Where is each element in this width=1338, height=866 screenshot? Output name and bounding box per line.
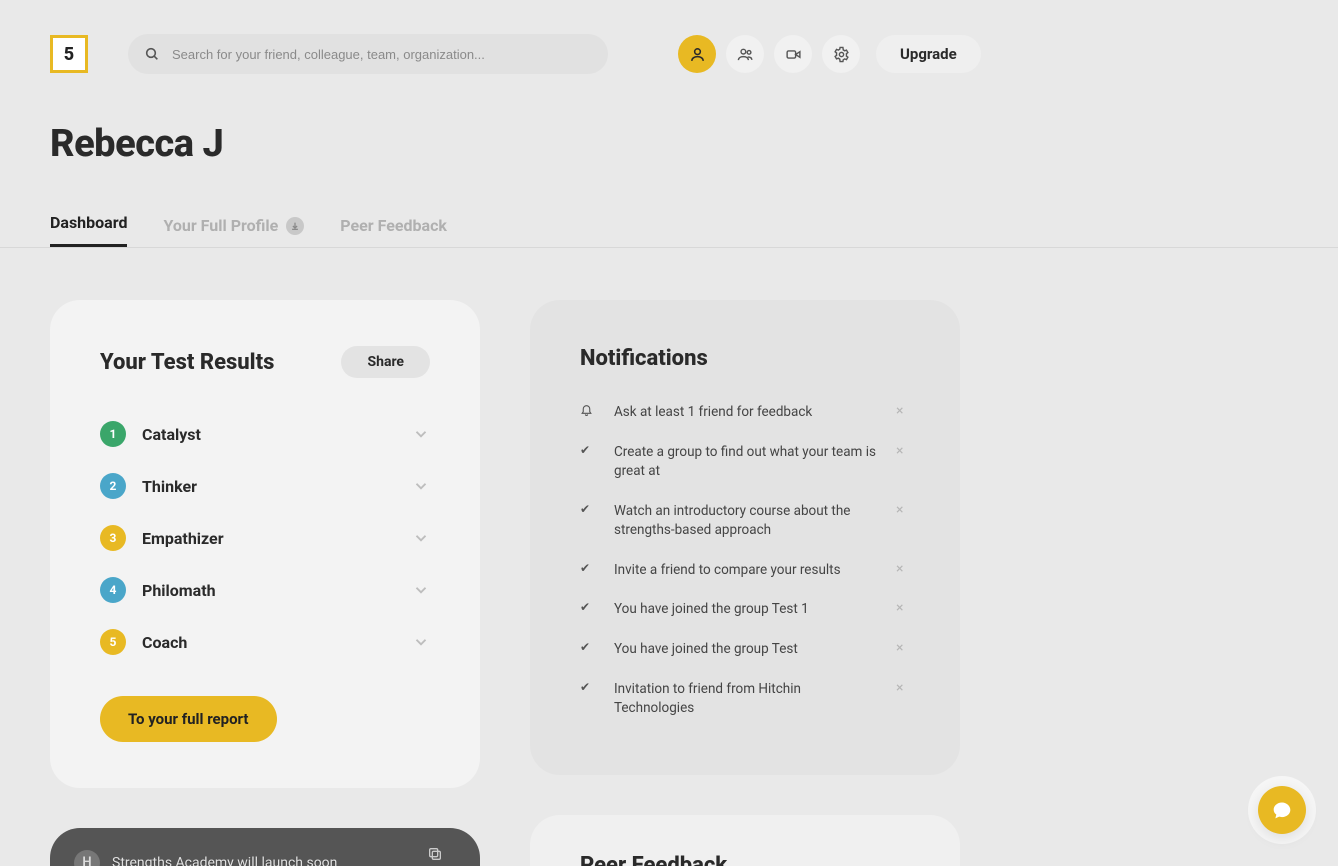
- test-result-row[interactable]: 5 Coach: [100, 616, 430, 668]
- share-label: Share: [367, 354, 404, 370]
- test-results-card: Your Test Results Share 1 Catalyst 2 Thinke…: [50, 300, 480, 788]
- result-label: Thinker: [142, 477, 396, 496]
- check-icon: ✔: [580, 600, 596, 615]
- chevron-down-icon: [412, 529, 430, 547]
- close-icon[interactable]: ×: [896, 502, 910, 518]
- nav-video-button[interactable]: [774, 35, 812, 73]
- close-icon[interactable]: ×: [896, 443, 910, 459]
- notification-text[interactable]: You have joined the group Test 1: [614, 600, 878, 620]
- nav-profile-button[interactable]: [678, 35, 716, 73]
- bell-icon: [580, 403, 596, 416]
- check-icon: ✔: [580, 443, 596, 458]
- search-field[interactable]: [128, 34, 608, 74]
- notification-text[interactable]: Watch an introductory course about the s…: [614, 502, 878, 541]
- notification-text[interactable]: You have joined the group Test: [614, 640, 878, 660]
- notification-row: ✔ Invite a friend to compare your results…: [580, 551, 910, 591]
- search-icon: [144, 46, 160, 62]
- notification-row: ✔ You have joined the group Test ×: [580, 630, 910, 670]
- test-result-row[interactable]: 1 Catalyst: [100, 408, 430, 460]
- profile-tabs: Dashboard Your Full Profile Peer Feedbac…: [0, 166, 1338, 248]
- test-result-row[interactable]: 2 Thinker: [100, 460, 430, 512]
- nav-settings-button[interactable]: [822, 35, 860, 73]
- notification-row: ✔ Invitation to friend from Hitchin Techn…: [580, 670, 910, 729]
- nav-groups-button[interactable]: [726, 35, 764, 73]
- close-icon[interactable]: ×: [896, 403, 910, 419]
- notification-text[interactable]: Create a group to find out what your tea…: [614, 443, 878, 482]
- rank-badge: 4: [100, 577, 126, 603]
- chevron-down-icon: [412, 425, 430, 443]
- copy-link-button[interactable]: Copy link: [414, 846, 456, 866]
- notification-row: ✔ You have joined the group Test 1 ×: [580, 590, 910, 630]
- tab-label: Dashboard: [50, 213, 127, 232]
- user-display-name: Rebecca J: [0, 74, 1338, 166]
- user-icon: [689, 46, 706, 63]
- video-title: Strengths Academy will launch soon: [112, 855, 402, 866]
- notification-row: ✔ Create a group to find out what your te…: [580, 433, 910, 492]
- gear-icon: [833, 46, 850, 63]
- notifications-title: Notifications: [580, 346, 910, 371]
- chevron-down-icon: [412, 581, 430, 599]
- notification-text[interactable]: Invitation to friend from Hitchin Techno…: [614, 680, 878, 719]
- check-icon: ✔: [580, 502, 596, 517]
- check-icon: ✔: [580, 561, 596, 576]
- result-label: Empathizer: [142, 529, 396, 548]
- video-icon: [785, 46, 802, 63]
- test-result-row[interactable]: 4 Philomath: [100, 564, 430, 616]
- notification-text[interactable]: Ask at least 1 friend for feedback: [614, 403, 878, 423]
- result-label: Catalyst: [142, 425, 396, 444]
- chat-icon: [1272, 800, 1292, 820]
- check-icon: ✔: [580, 640, 596, 655]
- notifications-card: Notifications Ask at least 1 friend for …: [530, 300, 960, 775]
- close-icon[interactable]: ×: [896, 640, 910, 656]
- peer-feedback-title: Peer Feedback: [580, 853, 910, 866]
- video-avatar: H: [74, 850, 100, 866]
- rank-badge: 5: [100, 629, 126, 655]
- upgrade-label: Upgrade: [900, 45, 957, 63]
- close-icon[interactable]: ×: [896, 561, 910, 577]
- tab-peer-feedback[interactable]: Peer Feedback: [340, 216, 447, 247]
- chevron-down-icon: [412, 633, 430, 651]
- search-input[interactable]: [172, 47, 592, 62]
- brand-logo[interactable]: 5: [50, 35, 88, 73]
- tab-full-profile[interactable]: Your Full Profile: [163, 216, 304, 247]
- rank-badge: 3: [100, 525, 126, 551]
- notification-row: Ask at least 1 friend for feedback ×: [580, 393, 910, 433]
- close-icon[interactable]: ×: [896, 600, 910, 616]
- notification-text[interactable]: Invite a friend to compare your results: [614, 561, 878, 581]
- test-results-title: Your Test Results: [100, 350, 274, 375]
- close-icon[interactable]: ×: [896, 680, 910, 696]
- share-button[interactable]: Share: [341, 346, 430, 378]
- brand-logo-text: 5: [64, 44, 74, 65]
- chevron-down-icon: [412, 477, 430, 495]
- upgrade-button[interactable]: Upgrade: [876, 35, 981, 73]
- tab-dashboard[interactable]: Dashboard: [50, 213, 127, 247]
- result-label: Philomath: [142, 581, 396, 600]
- peer-feedback-card: Peer Feedback Catalyst 54% Overuse: [530, 815, 960, 866]
- test-result-row[interactable]: 3 Empathizer: [100, 512, 430, 564]
- download-icon: [286, 217, 304, 235]
- chat-fab[interactable]: [1258, 786, 1306, 834]
- copy-icon: [427, 846, 443, 862]
- rank-badge: 2: [100, 473, 126, 499]
- notification-row: ✔ Watch an introductory course about the …: [580, 492, 910, 551]
- full-report-button[interactable]: To your full report: [100, 696, 277, 742]
- rank-badge: 1: [100, 421, 126, 447]
- tab-label: Peer Feedback: [340, 216, 447, 235]
- full-report-label: To your full report: [128, 710, 249, 728]
- video-card[interactable]: H Strengths Academy will launch soon Cop…: [50, 828, 480, 866]
- check-icon: ✔: [580, 680, 596, 695]
- result-label: Coach: [142, 633, 396, 652]
- tab-label: Your Full Profile: [163, 216, 278, 235]
- users-icon: [737, 46, 754, 63]
